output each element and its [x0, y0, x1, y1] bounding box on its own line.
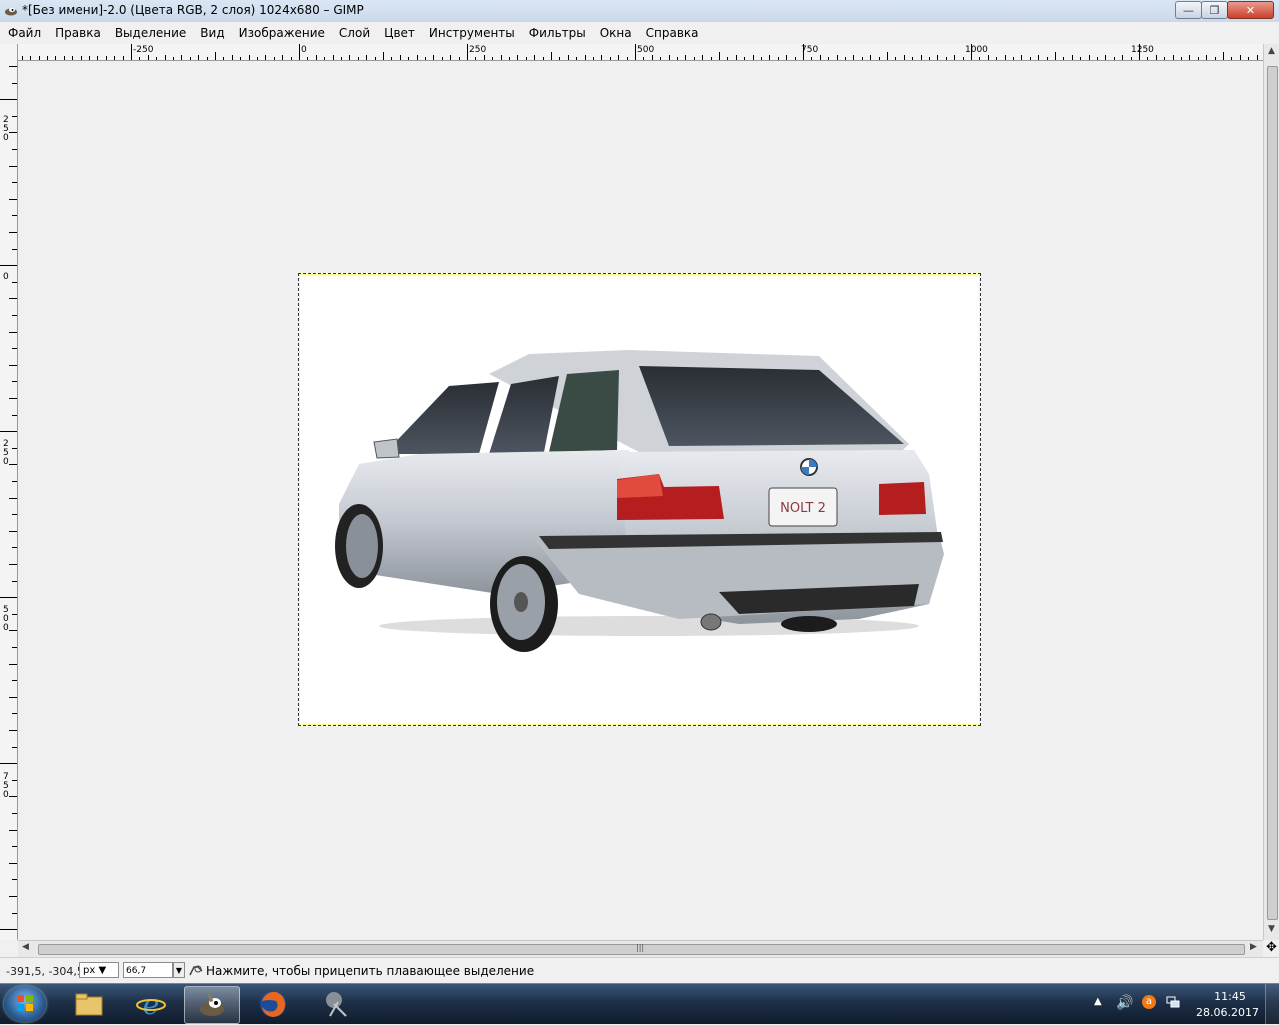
ruler-ticks	[0, 66, 17, 930]
ruler-label: 500	[3, 605, 9, 633]
scroll-left-icon[interactable]: ◀	[22, 942, 29, 952]
network-tray-icon[interactable]	[1166, 996, 1180, 1008]
ruler-label: 0	[3, 272, 9, 282]
restore-icon: ❐	[1209, 3, 1220, 17]
avast-tray-icon[interactable]: a	[1142, 995, 1156, 1009]
ruler-label: 750	[801, 45, 819, 55]
minimize-button[interactable]: —	[1175, 1, 1202, 19]
ruler-label: 250	[469, 45, 487, 55]
ruler-corner[interactable]	[0, 44, 18, 61]
menu-view[interactable]: Вид	[193, 26, 231, 40]
maximize-button[interactable]: ❐	[1201, 1, 1228, 19]
unit-value: px	[83, 965, 96, 976]
horizontal-scrollbar[interactable]: ◀ ||| ▶	[18, 940, 1263, 957]
anchor-icon	[189, 965, 203, 976]
volume-tray-icon[interactable]: 🔊	[1116, 995, 1133, 1011]
menu-select[interactable]: Выделение	[108, 26, 193, 40]
scroll-right-icon[interactable]: ▶	[1250, 942, 1257, 952]
gimp-wilber-icon	[5, 8, 17, 16]
windows-explorer-icon	[75, 993, 103, 1016]
zoom-value: 66,7	[126, 966, 147, 976]
zoom-dropdown-button[interactable]: ▼	[173, 962, 185, 978]
close-button[interactable]: ✕	[1227, 1, 1274, 19]
horizontal-ruler[interactable]: -250 0 250 500 750 1000 1250	[18, 44, 1263, 61]
taskbar-snipping-tool[interactable]	[310, 986, 364, 1022]
clock-date[interactable]: 28.06.2017	[1196, 1006, 1259, 1019]
menu-bar: Файл Правка Выделение Вид Изображение Сл…	[0, 22, 1279, 43]
windows-logo-icon	[17, 995, 33, 1011]
chevron-down-icon: ▼	[98, 965, 107, 976]
gimp-icon	[200, 993, 224, 1016]
taskbar-firefox[interactable]	[246, 986, 300, 1022]
ruler-label: 1000	[965, 45, 988, 55]
image-canvas[interactable]: NOLT 2	[298, 273, 981, 726]
ruler-label: -250	[133, 45, 154, 55]
status-message: Нажмите, чтобы прицепить плавающее выдел…	[206, 964, 535, 978]
menu-colors[interactable]: Цвет	[377, 26, 422, 40]
taskbar: e ▲ 🔊 a 11:45 28.06.2017	[0, 983, 1279, 1024]
taskbar-internet-explorer[interactable]: e	[124, 986, 178, 1022]
zoom-input[interactable]: 66,7	[123, 962, 173, 978]
svg-text:e: e	[143, 989, 160, 1019]
menu-windows[interactable]: Окна	[593, 26, 639, 40]
window-title: *[Без имени]-2.0 (Цвета RGB, 2 слоя) 102…	[22, 3, 364, 17]
ruler-label: 250	[3, 439, 9, 467]
menu-filters[interactable]: Фильтры	[522, 26, 593, 40]
license-plate-text: NOLT 2	[780, 501, 826, 516]
pointer-coordinates: -391,5, -304,5	[6, 965, 84, 978]
vertical-scroll-thumb[interactable]	[1267, 66, 1278, 920]
scroll-down-icon[interactable]: ▼	[1268, 924, 1275, 934]
menu-image[interactable]: Изображение	[232, 26, 332, 40]
close-icon: ✕	[1245, 3, 1256, 17]
taskbar-explorer[interactable]	[62, 986, 116, 1022]
car-image: NOLT 2	[335, 350, 944, 652]
unit-select[interactable]: px ▼	[79, 962, 119, 978]
ruler-label: 0	[301, 45, 307, 55]
scroll-grip-icon: |||	[636, 943, 645, 952]
scroll-up-icon[interactable]: ▲	[1268, 46, 1275, 56]
status-bar: -391,5, -304,5 px ▼ 66,7 ▼ Нажмите, чтоб…	[0, 957, 1279, 984]
show-desktop-button[interactable]	[1265, 984, 1279, 1024]
vertical-ruler[interactable]: 250 0 250 500 750	[0, 60, 18, 940]
minimize-icon: —	[1183, 3, 1194, 17]
ruler-label: 1250	[1131, 45, 1154, 55]
show-hidden-icons-icon: ▲	[1094, 996, 1102, 1007]
internet-explorer-icon: e	[136, 989, 166, 1019]
ruler-label: 500	[637, 45, 655, 55]
navigate-icon[interactable]: ✥	[1264, 940, 1279, 956]
start-button[interactable]	[4, 986, 46, 1022]
volume-icon: 🔊	[1116, 995, 1134, 1011]
network-icon	[1166, 996, 1180, 1008]
ruler-label: 750	[3, 772, 9, 800]
firefox-icon	[260, 991, 286, 1017]
chevron-down-icon: ▼	[175, 966, 183, 975]
ruler-label: 250	[3, 115, 9, 143]
avast-icon: a	[1145, 996, 1153, 1007]
menu-help[interactable]: Справка	[639, 26, 706, 40]
vertical-scrollbar[interactable]: ▲ ▼	[1263, 44, 1279, 940]
menu-edit[interactable]: Правка	[48, 26, 108, 40]
clock-time[interactable]: 11:45	[1205, 990, 1255, 1003]
menu-tools[interactable]: Инструменты	[422, 26, 522, 40]
snipping-tool-icon	[326, 992, 347, 1017]
show-hidden-icons[interactable]: ▲	[1094, 996, 1102, 1007]
menu-layer[interactable]: Слой	[332, 26, 377, 40]
taskbar-gimp[interactable]	[184, 986, 240, 1024]
menu-file[interactable]: Файл	[0, 26, 48, 40]
title-bar: *[Без имени]-2.0 (Цвета RGB, 2 слоя) 102…	[0, 0, 1279, 23]
